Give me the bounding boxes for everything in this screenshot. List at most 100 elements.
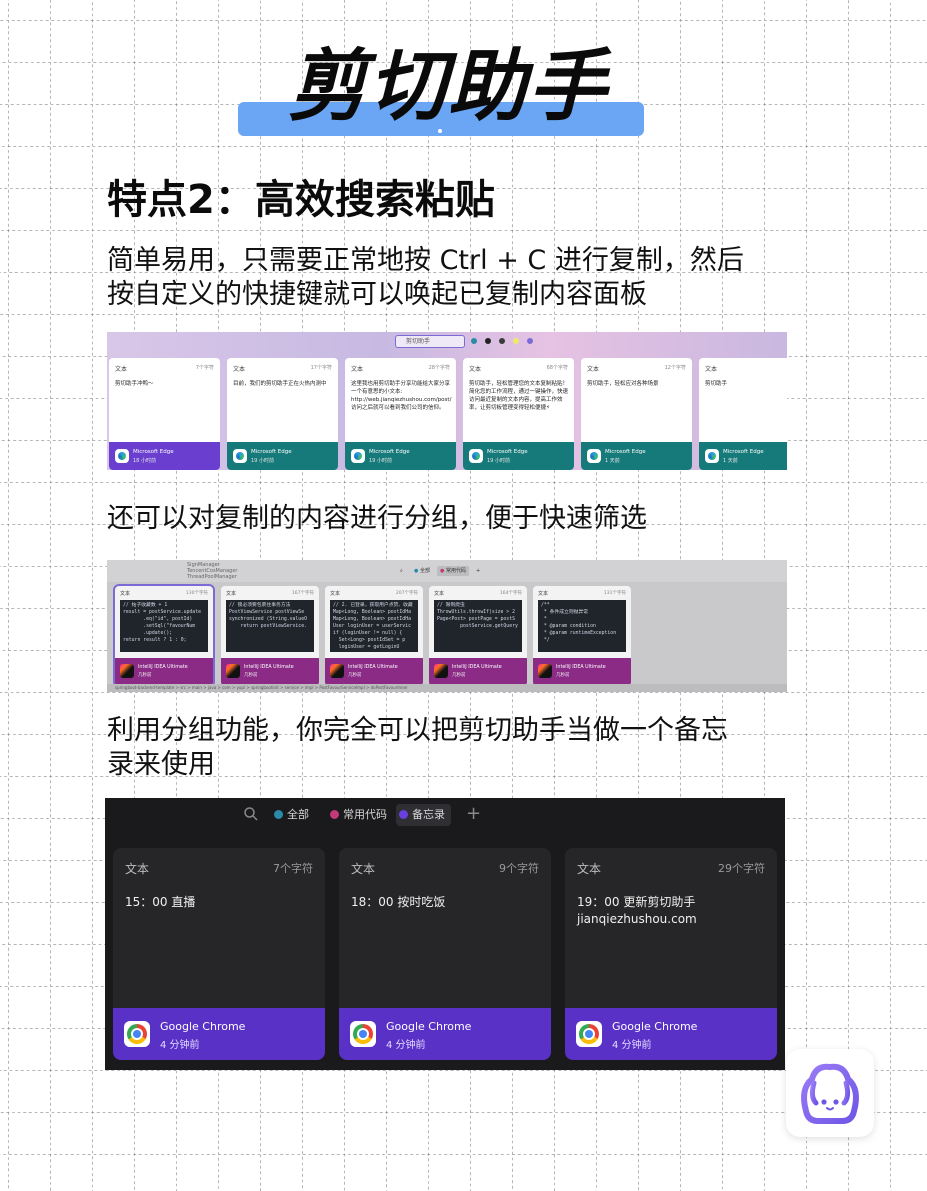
group-dot xyxy=(274,810,283,819)
card-footer: Microsoft Edge 1 天前 xyxy=(699,442,787,470)
card-type: 文本 xyxy=(587,366,600,373)
title-block: 剪切助手 xyxy=(238,40,644,138)
group-dot xyxy=(330,810,339,819)
clipboard-card[interactable]: 文本 17个字符 目前，我们的剪切助手正在火热内测中 Microsoft Edge 19… xyxy=(227,358,338,470)
char-count: 164个字符 xyxy=(499,591,522,596)
copy-time: 几秒前 xyxy=(452,673,466,678)
intellij-icon xyxy=(226,664,240,678)
tab-all[interactable]: 全部 xyxy=(271,804,315,826)
paragraph-intro: 简单易用，只需要正常地按 Ctrl + C 进行复制，然后 按自定义的快捷键就可… xyxy=(107,244,807,312)
char-count: 167个字符 xyxy=(291,591,314,596)
clipboard-card[interactable]: 文本 28个字符 这里我也用剪切助手分享功能给大家分享一个有意思的小文本: http… xyxy=(345,358,456,470)
copy-time: 几秒前 xyxy=(348,673,362,678)
copy-time: 几秒前 xyxy=(138,673,152,678)
char-count: 207个字符 xyxy=(395,591,418,596)
group-dot: ● xyxy=(440,568,445,574)
search-icon[interactable] xyxy=(243,806,259,822)
copy-time: 几秒前 xyxy=(556,673,570,678)
memo-card[interactable]: 文本 7个字符 15：00 直播 Google Chrome 4 分钟前 xyxy=(113,848,325,1060)
copy-time: 4 分钟前 xyxy=(160,1040,200,1051)
group-dot[interactable] xyxy=(499,338,505,344)
card-type: 文本 xyxy=(330,591,341,597)
code-snippet-card[interactable]: 文本 207个字符 // 2. 已登录，获取用户点赞、收藏 Map<Long, Bo… xyxy=(325,586,423,686)
search-input[interactable]: 剪切助手 xyxy=(395,335,465,348)
card-footer: Microsoft Edge 19 小时前 xyxy=(463,442,574,470)
add-group-button[interactable]: + xyxy=(466,801,481,827)
tab-all[interactable]: ● 全部 xyxy=(411,566,433,576)
clipboard-card[interactable]: 文本 7个字符 剪切助手冲鸭～ Microsoft Edge 18 小时前 xyxy=(109,358,220,470)
card-type: 文本 xyxy=(538,591,549,597)
copy-time: 19 小时前 xyxy=(487,458,510,464)
card-type: 文本 xyxy=(434,591,445,597)
source-app: Microsoft Edge xyxy=(369,449,410,455)
card-footer: IntelliJ IDEA Ultimate 几秒前 xyxy=(325,658,423,686)
card-footer: IntelliJ IDEA Ultimate 几秒前 xyxy=(429,658,527,686)
source-app: IntelliJ IDEA Ultimate xyxy=(556,665,606,670)
screenshot-memo-panel: 全部 常用代码 备忘录 + 文本 7个字符 15：00 直播 Google Chrom… xyxy=(105,798,785,1070)
code-content: // 2. 已登录，获取用户点赞、收藏 Map<Long, Boolean> p… xyxy=(330,600,418,652)
char-count: 131个字符 xyxy=(603,591,626,596)
card-content: 剪切助手冲鸭～ xyxy=(115,381,154,387)
copy-time: 4 分钟前 xyxy=(612,1040,652,1051)
code-snippet-card[interactable]: 文本 130个字符 // 帖子收藏数 + 1 result = postServic… xyxy=(113,584,215,688)
source-app: IntelliJ IDEA Ultimate xyxy=(452,665,502,670)
card-type: 文本 xyxy=(351,366,364,373)
tab-common-code[interactable]: 常用代码 xyxy=(327,804,393,826)
card-content: 15：00 直播 xyxy=(125,895,196,909)
tab-label: 全部 xyxy=(287,808,309,821)
clipboard-card[interactable]: 文本 12个字符剪切助手，轻松应对各种场景 Microsoft Edge 1 天前 xyxy=(581,358,692,470)
paragraph-line: 利用分组功能，你完全可以把剪切助手当做一个备忘 xyxy=(107,715,728,746)
code-snippet-card[interactable]: 文本 131个字符 /** * 条件成立则抛异常 * * @param condit… xyxy=(533,586,631,686)
card-footer: Microsoft Edge 1 天前 xyxy=(581,442,692,470)
code-snippet-card[interactable]: 文本 167个字符 // 锁必须要包裹住事务方法 PostViewService p… xyxy=(221,586,319,686)
char-count: 7个字符 xyxy=(273,862,313,875)
card-footer: IntelliJ IDEA Ultimate 几秒前 xyxy=(115,658,213,686)
char-count: 17个字符 xyxy=(310,365,332,371)
source-app: IntelliJ IDEA Ultimate xyxy=(138,665,188,670)
chrome-icon xyxy=(576,1021,602,1047)
char-count: 7个字符 xyxy=(195,365,214,371)
ide-toolbar: SignManager TencentCosManager ThreadPool… xyxy=(107,560,787,582)
tab-label: 常用代码 xyxy=(445,568,466,574)
ide-file-item[interactable]: ThreadPoolManager xyxy=(187,574,237,580)
card-content: 剪切助手，轻松应对各种场景 xyxy=(587,381,659,387)
memo-card[interactable]: 文本 9个字符 18：00 按时吃饭 Google Chrome 4 分钟前 xyxy=(339,848,551,1060)
code-snippet-card[interactable]: 文本 164个字符 // 限制爬虫 ThrowUtils.throwIf(size … xyxy=(429,586,527,686)
paragraph-memo: 利用分组功能，你完全可以把剪切助手当做一个备忘 录来使用 xyxy=(107,714,807,782)
code-content: // 帖子收藏数 + 1 result = postService.update… xyxy=(120,600,208,652)
group-dot[interactable] xyxy=(513,338,519,344)
edge-icon xyxy=(587,449,601,463)
group-dot: ● xyxy=(414,568,419,574)
copy-time: 18 小时前 xyxy=(133,458,156,464)
code-content: // 锁必须要包裹住事务方法 PostViewService postViewS… xyxy=(226,600,314,652)
group-dot[interactable] xyxy=(471,338,477,344)
clipboard-card[interactable]: 文本4剪切助手Microsoft Edge1 天前 xyxy=(699,358,787,470)
tab-label: 常用代码 xyxy=(343,808,387,821)
card-footer: Google Chrome 4 分钟前 xyxy=(339,1008,551,1060)
card-type: 文本 xyxy=(125,862,150,876)
tab-common-code[interactable]: ● 常用代码 xyxy=(437,566,469,576)
memo-card[interactable]: 文本 29个字符 19：00 更新剪切助手 jianqiezhushou.com Go… xyxy=(565,848,777,1060)
mascot-logo xyxy=(786,1049,874,1137)
edge-icon xyxy=(469,449,483,463)
card-content: 剪切助手，轻松管理您的文本复制粘贴！简化您的工作流程，通过一键操作，快速访问最近… xyxy=(469,381,569,411)
source-app: Google Chrome xyxy=(612,1020,698,1033)
tab-label: 备忘录 xyxy=(412,808,445,821)
tab-memo[interactable]: 备忘录 xyxy=(396,804,451,826)
ide-file-list: SignManager TencentCosManager ThreadPool… xyxy=(187,562,237,580)
char-count: 12个字符 xyxy=(664,365,686,371)
clipboard-card[interactable]: 文本 68个字符 剪切助手，轻松管理您的文本复制粘贴！简化您的工作流程，通过一键操作… xyxy=(463,358,574,470)
copy-time: 几秒前 xyxy=(244,673,258,678)
edge-icon xyxy=(115,449,129,463)
card-content: 剪切助手 xyxy=(705,381,728,387)
card-type: 文本 xyxy=(351,862,376,876)
source-app: Google Chrome xyxy=(160,1020,246,1033)
add-group-button[interactable]: + xyxy=(473,566,483,576)
group-dot xyxy=(399,810,408,819)
edge-icon xyxy=(705,449,719,463)
copy-time: 19 小时前 xyxy=(251,458,274,464)
char-count: 28个字符 xyxy=(428,365,450,371)
group-dot[interactable] xyxy=(527,338,533,344)
search-icon[interactable]: ⌕ xyxy=(397,566,406,576)
group-dot[interactable] xyxy=(485,338,491,344)
